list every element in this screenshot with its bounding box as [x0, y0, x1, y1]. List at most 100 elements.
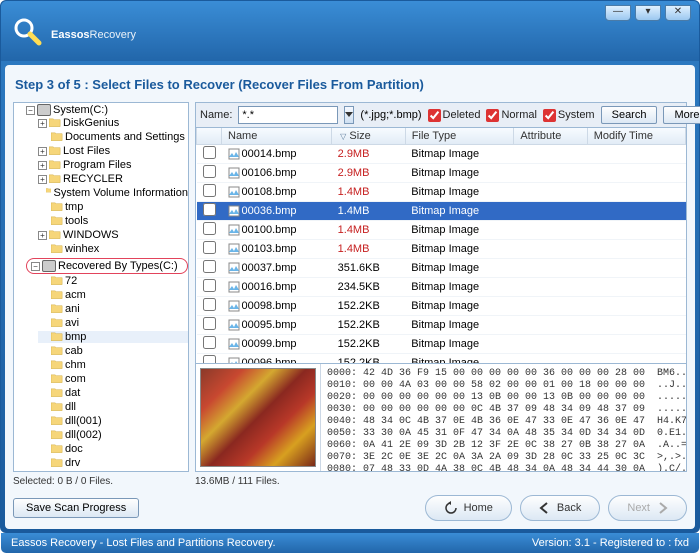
minimize-button[interactable]: —: [605, 5, 631, 21]
tree-item[interactable]: ani: [38, 303, 188, 315]
table-row[interactable]: 00096.bmp152.2KBBitmap Image: [197, 354, 686, 365]
table-row[interactable]: 00037.bmp351.6KBBitmap Image: [197, 259, 686, 278]
next-button[interactable]: Next: [608, 495, 687, 521]
tree-item-label: ani: [65, 303, 80, 315]
tree-item[interactable]: Documents and Settings: [38, 131, 188, 143]
tree-item-label: 72: [65, 275, 77, 287]
tree-item[interactable]: doc: [38, 443, 188, 455]
tree-item-label: Lost Files: [63, 145, 110, 157]
table-row[interactable]: 00036.bmp1.4MBBitmap Image: [197, 202, 686, 221]
table-row[interactable]: 00099.bmp152.2KBBitmap Image: [197, 335, 686, 354]
row-checkbox[interactable]: [203, 241, 216, 254]
hex-viewer[interactable]: 0000: 42 4D 36 F9 15 00 00 00 00 00 36 0…: [321, 364, 686, 471]
file-size: 152.2KB: [332, 335, 406, 354]
tree-item[interactable]: +DiskGenius: [38, 117, 188, 129]
name-filter-input[interactable]: [238, 106, 338, 124]
titlebar: EassosRecovery — ▾ ✕: [1, 1, 699, 61]
tree-item[interactable]: dat: [38, 387, 188, 399]
tree-item[interactable]: chm: [38, 359, 188, 371]
tree-root-recovered[interactable]: − Recovered By Types(C:): [26, 258, 188, 274]
system-checkbox[interactable]: System: [543, 109, 595, 122]
table-row[interactable]: 00108.bmp1.4MBBitmap Image: [197, 183, 686, 202]
row-checkbox[interactable]: [203, 260, 216, 273]
content-area: Step 3 of 5 : Select Files to Recover (R…: [5, 65, 695, 529]
row-checkbox[interactable]: [203, 222, 216, 235]
expand-icon[interactable]: +: [38, 161, 47, 170]
deleted-check-input[interactable]: [428, 109, 441, 122]
table-row[interactable]: 00103.bmp1.4MBBitmap Image: [197, 240, 686, 259]
collapse-icon[interactable]: −: [31, 262, 40, 271]
row-checkbox[interactable]: [203, 336, 216, 349]
folder-icon: [46, 188, 52, 198]
col-modify[interactable]: Modify Time: [587, 128, 685, 145]
expand-icon[interactable]: +: [38, 119, 47, 128]
tree-item[interactable]: cab: [38, 345, 188, 357]
tree-view[interactable]: − System(C:) +DiskGenius Documents and Se…: [13, 102, 189, 472]
normal-check-input[interactable]: [486, 109, 499, 122]
row-checkbox[interactable]: [203, 355, 216, 364]
tree-item[interactable]: winhex: [38, 243, 188, 255]
search-button[interactable]: Search: [601, 106, 658, 124]
more-button[interactable]: More>>: [663, 106, 700, 124]
tree-item[interactable]: +WINDOWS: [38, 229, 188, 241]
tree-item[interactable]: com: [38, 373, 188, 385]
col-filetype[interactable]: File Type: [405, 128, 514, 145]
close-button[interactable]: ✕: [665, 5, 691, 21]
file-modify: [587, 183, 685, 202]
deleted-checkbox[interactable]: Deleted: [428, 109, 481, 122]
tree-item[interactable]: System Volume Information: [38, 187, 188, 199]
expand-icon[interactable]: +: [38, 175, 47, 184]
collapse-icon[interactable]: −: [26, 106, 35, 115]
file-name: 00095.bmp: [242, 319, 297, 331]
row-checkbox[interactable]: [203, 317, 216, 330]
folder-icon: [49, 160, 61, 170]
tree-item[interactable]: acm: [38, 289, 188, 301]
expand-icon[interactable]: +: [38, 147, 47, 156]
bitmap-file-icon: [228, 148, 240, 160]
tree-item[interactable]: avi: [38, 317, 188, 329]
table-row[interactable]: 00100.bmp1.4MBBitmap Image: [197, 221, 686, 240]
normal-checkbox[interactable]: Normal: [486, 109, 536, 122]
tree-item[interactable]: +Program Files: [38, 159, 188, 171]
tree-item[interactable]: + Lost Files: [38, 145, 188, 157]
name-dropdown-button[interactable]: [344, 106, 354, 124]
tree-item[interactable]: dll(002): [38, 429, 188, 441]
file-list[interactable]: Name ▽ Size File Type Attribute Modify T…: [195, 128, 687, 364]
tree-root-system[interactable]: − System(C:): [26, 104, 188, 116]
folder-icon: [49, 174, 61, 184]
table-row[interactable]: 00016.bmp234.5KBBitmap Image: [197, 278, 686, 297]
file-size: 152.2KB: [332, 297, 406, 316]
tree-item[interactable]: tmp: [38, 201, 188, 213]
file-modify: [587, 202, 685, 221]
table-row[interactable]: 00098.bmp152.2KBBitmap Image: [197, 297, 686, 316]
save-scan-button[interactable]: Save Scan Progress: [13, 498, 139, 518]
preview-image: [200, 368, 316, 467]
row-checkbox[interactable]: [203, 165, 216, 178]
row-checkbox[interactable]: [203, 203, 216, 216]
col-size[interactable]: ▽ Size: [332, 128, 406, 145]
table-row[interactable]: 00014.bmp2.9MBBitmap Image: [197, 145, 686, 164]
tree-item[interactable]: dll(001): [38, 415, 188, 427]
back-button[interactable]: Back: [520, 495, 600, 521]
home-button[interactable]: Home: [425, 495, 512, 521]
col-check[interactable]: [197, 128, 222, 145]
file-attr: [514, 240, 587, 259]
col-attribute[interactable]: Attribute: [514, 128, 587, 145]
row-checkbox[interactable]: [203, 298, 216, 311]
tree-item[interactable]: dll: [38, 401, 188, 413]
row-checkbox[interactable]: [203, 146, 216, 159]
tree-item[interactable]: drv: [38, 457, 188, 469]
system-check-input[interactable]: [543, 109, 556, 122]
chevron-down-icon: [345, 112, 353, 118]
row-checkbox[interactable]: [203, 184, 216, 197]
tree-item[interactable]: bmp: [38, 331, 188, 343]
table-row[interactable]: 00095.bmp152.2KBBitmap Image: [197, 316, 686, 335]
table-row[interactable]: 00106.bmp2.9MBBitmap Image: [197, 164, 686, 183]
expand-icon[interactable]: +: [38, 231, 47, 240]
restore-button[interactable]: ▾: [635, 5, 661, 21]
tree-item[interactable]: tools: [38, 215, 188, 227]
row-checkbox[interactable]: [203, 279, 216, 292]
tree-item[interactable]: 72: [38, 275, 188, 287]
tree-item[interactable]: +RECYCLER: [38, 173, 188, 185]
col-name[interactable]: Name: [222, 128, 332, 145]
